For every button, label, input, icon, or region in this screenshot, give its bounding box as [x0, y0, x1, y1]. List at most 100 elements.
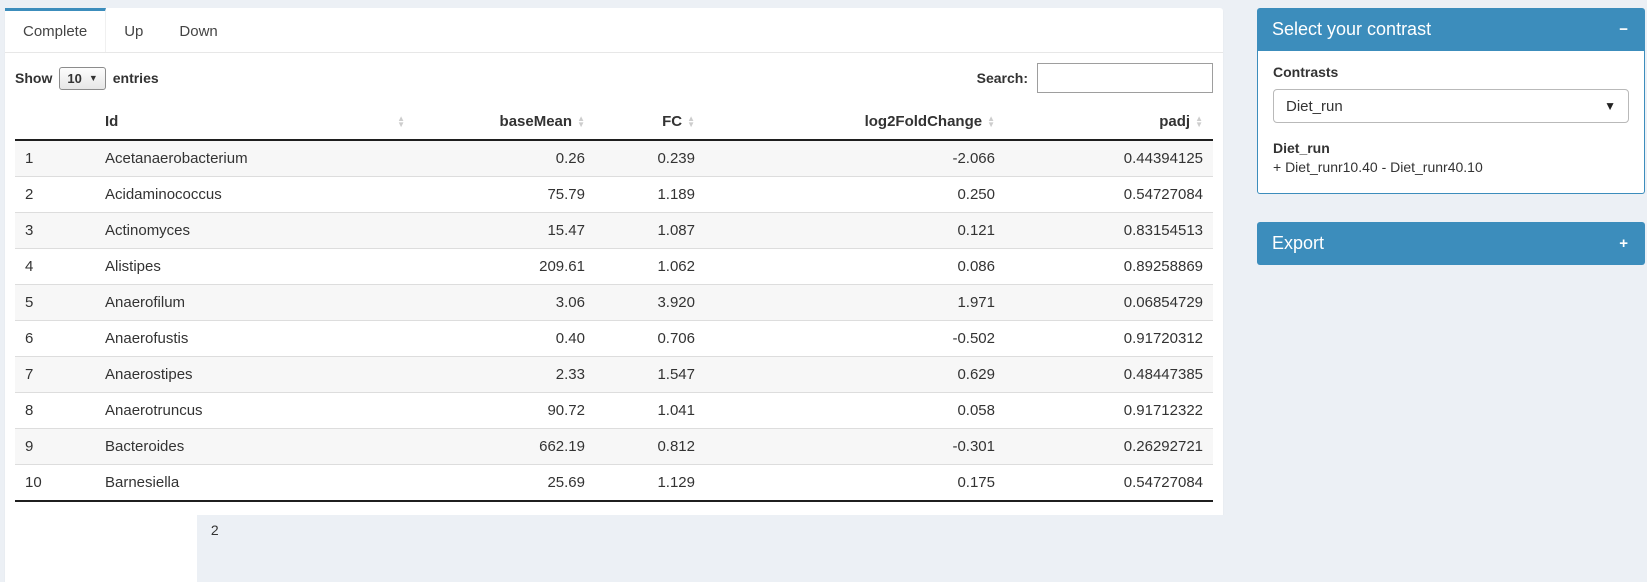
collapse-minus-icon[interactable]: − [1617, 21, 1630, 38]
cell-padj: 0.91712322 [1005, 393, 1213, 429]
cell-id: Acidaminococcus [95, 177, 415, 213]
column-header-fc[interactable]: FC▲▼ [595, 105, 705, 140]
table-header-row: Id▲▼baseMean▲▼FC▲▼log2FoldChange▲▼padj▲▼ [15, 105, 1213, 140]
cell-id: Acetanaerobacterium [95, 140, 415, 177]
cell-fc: 0.706 [595, 321, 705, 357]
cell-index: 2 [15, 177, 95, 213]
caret-down-icon: ▼ [89, 74, 98, 83]
cell-basemean: 0.26 [415, 140, 595, 177]
cell-id: Bacteroides [95, 429, 415, 465]
search-input[interactable] [1037, 63, 1213, 93]
contrast-description: Diet_run + Diet_runr10.40 - Diet_runr40.… [1273, 140, 1629, 177]
page-length-select[interactable]: 10 ▼ [59, 67, 105, 90]
cell-fc: 0.239 [595, 140, 705, 177]
search-label: Search: [977, 70, 1028, 86]
cell-id: Anaerofilum [95, 285, 415, 321]
contrast-box-title: Select your contrast [1272, 19, 1431, 40]
table-row: 3Actinomyces15.471.0870.1210.83154513 [15, 213, 1213, 249]
cell-basemean: 25.69 [415, 465, 595, 502]
tab-bar: CompleteUpDown [5, 8, 1223, 53]
cell-index: 7 [15, 357, 95, 393]
page-length-value: 10 [67, 71, 81, 86]
sidebar-panels: Select your contrast − Contrasts Diet_ru… [1257, 8, 1645, 293]
search-control: Search: [977, 63, 1213, 93]
cell-log2foldchange: 0.175 [705, 465, 1005, 502]
contrast-box-header[interactable]: Select your contrast − [1257, 8, 1645, 51]
tab-complete[interactable]: Complete [5, 8, 106, 52]
cell-padj: 0.89258869 [1005, 249, 1213, 285]
contrast-select[interactable]: Diet_run ▼ [1273, 89, 1629, 123]
sort-icon: ▲▼ [397, 116, 405, 128]
contrasts-label: Contrasts [1273, 64, 1629, 80]
table-row: 8Anaerotruncus90.721.0410.0580.91712322 [15, 393, 1213, 429]
table-row: 5Anaerofilum3.063.9201.9710.06854729 [15, 285, 1213, 321]
contrast-name: Diet_run [1273, 140, 1629, 156]
column-header-padj[interactable]: padj▲▼ [1005, 105, 1213, 140]
cell-padj: 0.06854729 [1005, 285, 1213, 321]
cell-basemean: 662.19 [415, 429, 595, 465]
show-label: Show [15, 70, 52, 86]
column-header-log2foldchange[interactable]: log2FoldChange▲▼ [705, 105, 1005, 140]
cell-id: Actinomyces [95, 213, 415, 249]
cell-padj: 0.26292721 [1005, 429, 1213, 465]
cell-id: Anaerotruncus [95, 393, 415, 429]
contrast-select-value: Diet_run [1286, 98, 1343, 115]
table-row: 1Acetanaerobacterium0.260.239-2.0660.443… [15, 140, 1213, 177]
sort-icon: ▲▼ [987, 116, 995, 128]
column-header-basemean[interactable]: baseMean▲▼ [415, 105, 595, 140]
cell-index: 3 [15, 213, 95, 249]
cell-basemean: 2.33 [415, 357, 595, 393]
results-table: Id▲▼baseMean▲▼FC▲▼log2FoldChange▲▼padj▲▼… [15, 105, 1213, 502]
cell-log2foldchange: 0.058 [705, 393, 1005, 429]
cell-basemean: 15.47 [415, 213, 595, 249]
cell-log2foldchange: 0.086 [705, 249, 1005, 285]
cell-index: 1 [15, 140, 95, 177]
cell-fc: 3.920 [595, 285, 705, 321]
collapse-plus-icon[interactable]: + [1617, 235, 1630, 252]
page: CompleteUpDown Show 10 ▼ entries Search: [0, 0, 1647, 582]
table-row: 9Bacteroides662.190.812-0.3010.26292721 [15, 429, 1213, 465]
cell-log2foldchange: 1.971 [705, 285, 1005, 321]
table-row: 2Acidaminococcus75.791.1890.2500.5472708… [15, 177, 1213, 213]
cell-index: 6 [15, 321, 95, 357]
cell-basemean: 75.79 [415, 177, 595, 213]
column-header-id[interactable]: Id▲▼ [95, 105, 415, 140]
entries-label: entries [113, 70, 159, 86]
cell-fc: 1.547 [595, 357, 705, 393]
export-box-header[interactable]: Export + [1257, 222, 1645, 265]
cell-id: Anaerostipes [95, 357, 415, 393]
cell-id: Alistipes [95, 249, 415, 285]
export-box: Export + [1257, 222, 1645, 265]
cell-padj: 0.48447385 [1005, 357, 1213, 393]
cell-fc: 1.062 [595, 249, 705, 285]
cell-log2foldchange: -2.066 [705, 140, 1005, 177]
cell-index: 4 [15, 249, 95, 285]
table-row: 4Alistipes209.611.0620.0860.89258869 [15, 249, 1213, 285]
pagination: Previous12345…8Next [73, 515, 1647, 582]
sort-icon: ▲▼ [687, 116, 695, 128]
cell-index: 8 [15, 393, 95, 429]
tab-up[interactable]: Up [106, 8, 161, 52]
cell-fc: 1.189 [595, 177, 705, 213]
cell-basemean: 209.61 [415, 249, 595, 285]
tab-down[interactable]: Down [161, 8, 235, 52]
column-header-index [15, 105, 95, 140]
cell-fc: 1.087 [595, 213, 705, 249]
sort-icon: ▲▼ [577, 116, 585, 128]
cell-basemean: 90.72 [415, 393, 595, 429]
tab-panel-complete: Show 10 ▼ entries Search: Id▲▼baseMean▲▼… [5, 53, 1223, 582]
table-row: 7Anaerostipes2.331.5470.6290.48447385 [15, 357, 1213, 393]
cell-log2foldchange: 0.121 [705, 213, 1005, 249]
cell-index: 5 [15, 285, 95, 321]
pagination-2[interactable]: 2 [197, 515, 1647, 582]
cell-fc: 1.041 [595, 393, 705, 429]
results-tabbox: CompleteUpDown Show 10 ▼ entries Search: [5, 8, 1223, 582]
cell-index: 10 [15, 465, 95, 502]
cell-index: 9 [15, 429, 95, 465]
cell-padj: 0.54727084 [1005, 177, 1213, 213]
cell-log2foldchange: 0.629 [705, 357, 1005, 393]
cell-fc: 1.129 [595, 465, 705, 502]
table-row: 10Barnesiella25.691.1290.1750.54727084 [15, 465, 1213, 502]
cell-log2foldchange: -0.502 [705, 321, 1005, 357]
cell-basemean: 3.06 [415, 285, 595, 321]
